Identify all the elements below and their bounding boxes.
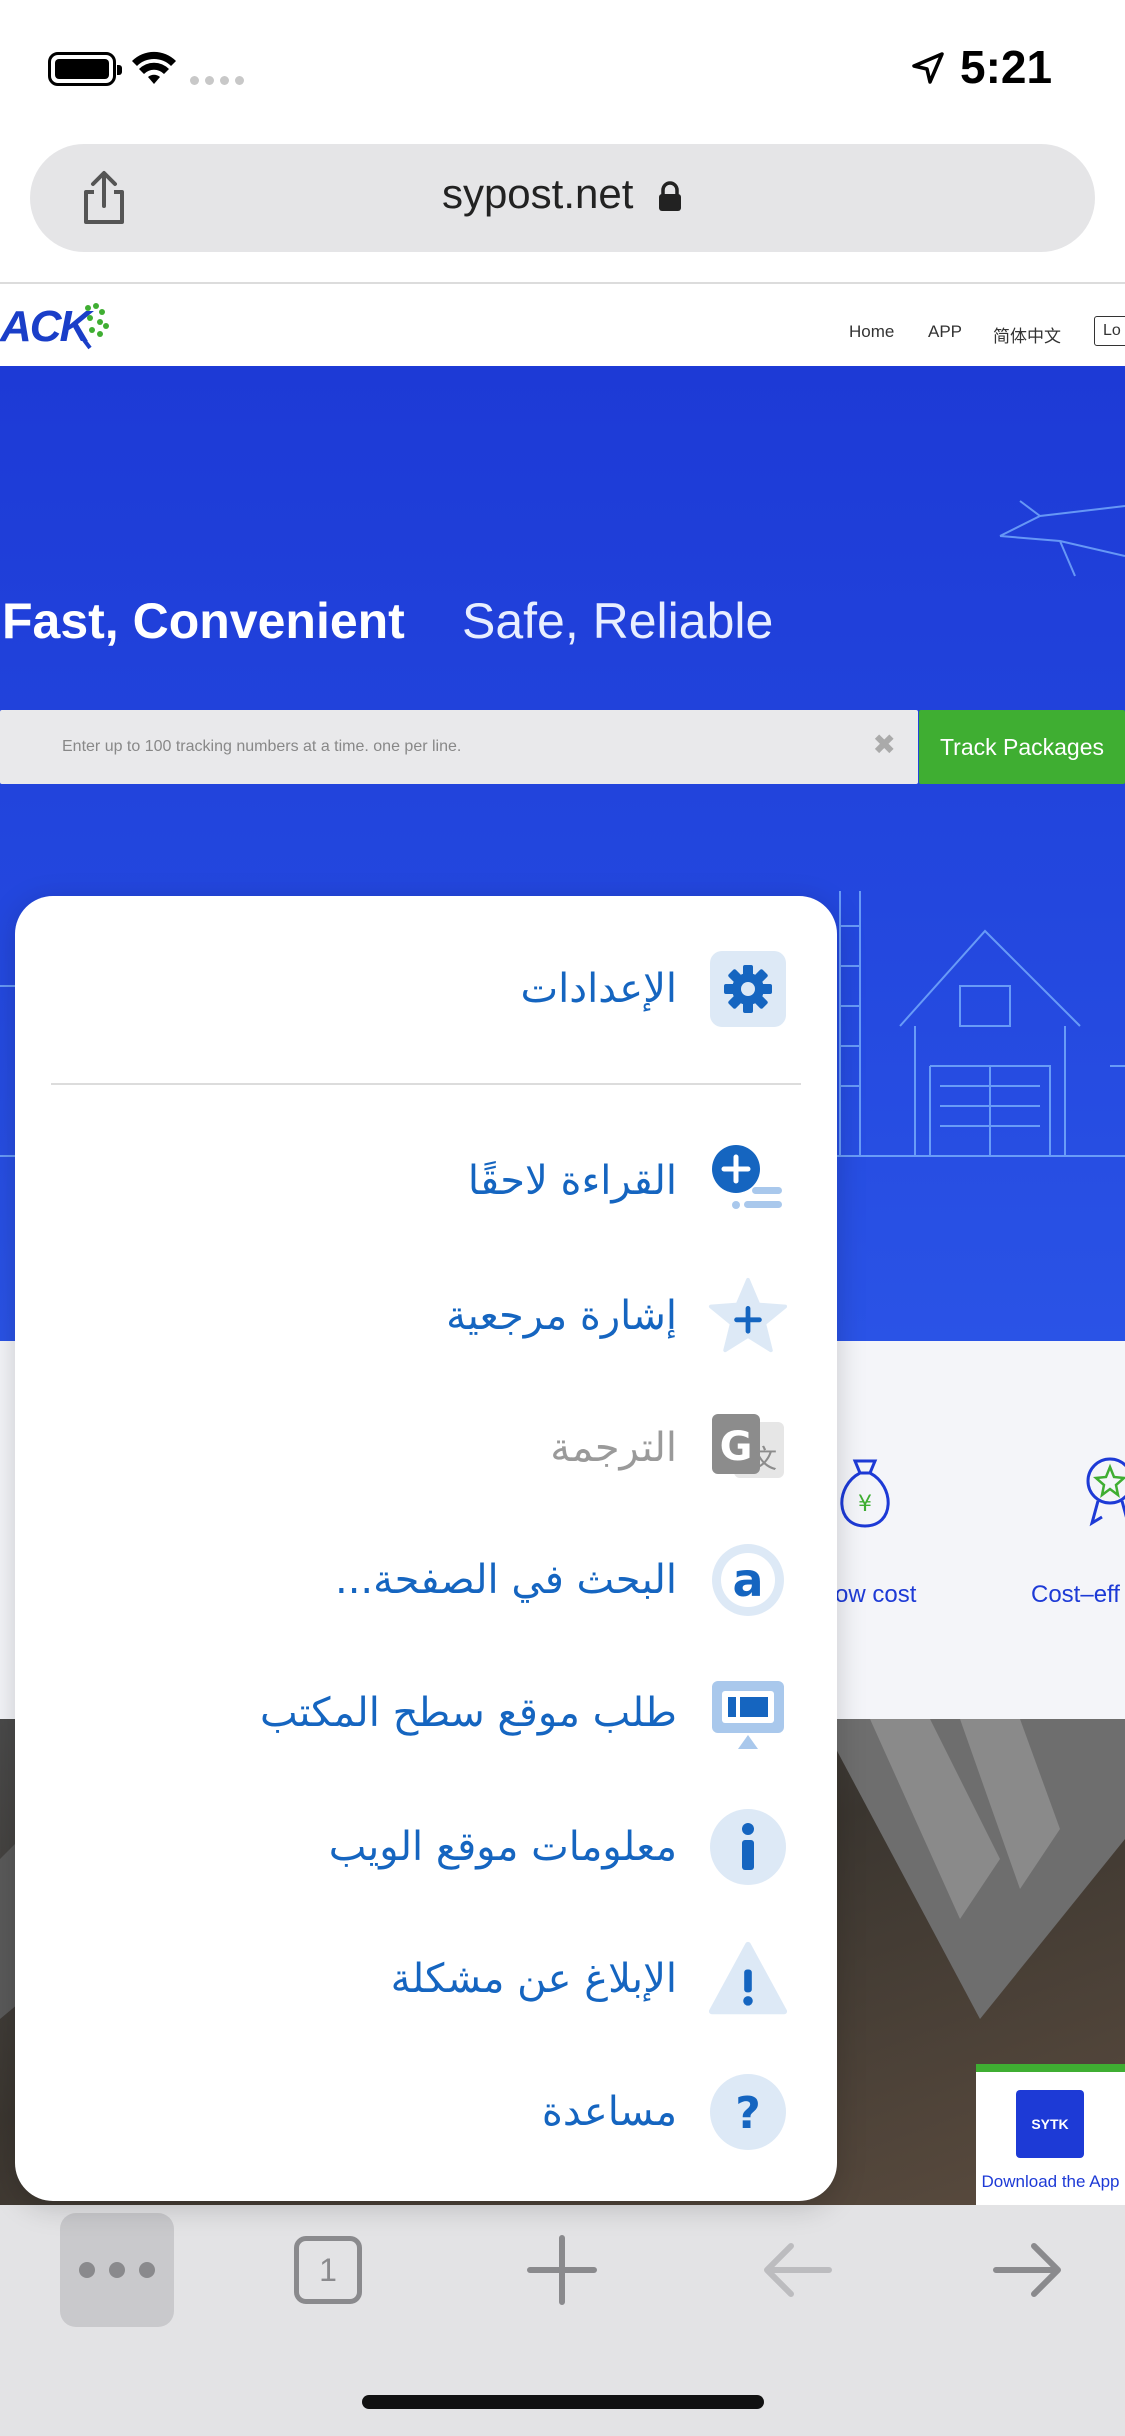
menu-item-bookmark[interactable]: إشارة مرجعية [15, 1261, 837, 1371]
tab-count: 1 [294, 2236, 362, 2304]
download-app-badge[interactable]: SYTK Download the App [976, 2064, 1125, 2205]
forward-button[interactable] [971, 2213, 1085, 2327]
clear-icon[interactable]: ✖ [873, 728, 896, 761]
menu-item-report-issue[interactable]: الإبلاغ عن مشكلة [15, 1924, 837, 2034]
menu-item-translate-label: الترجمة [550, 1425, 677, 1471]
menu-item-find-in-page[interactable]: البحث في الصفحة... a [15, 1525, 837, 1635]
site-logo[interactable]: ACK [0, 302, 91, 352]
reading-list-add-icon [708, 1141, 788, 1221]
menu-item-bookmark-label: إشارة مرجعية [446, 1293, 677, 1339]
nav-chinese[interactable]: 简体中文 [993, 322, 1061, 347]
help-icon: ? [708, 2072, 788, 2152]
bookmark-star-icon [708, 1276, 788, 1356]
arrow-left-icon [764, 2243, 832, 2297]
cellular-signal-icon [190, 76, 244, 85]
hero-headline-bold: Fast, Convenient [2, 593, 405, 649]
address-bar[interactable]: sypost.net [30, 144, 1095, 252]
tracking-number-input[interactable]: Enter up to 100 tracking numbers at a ti… [0, 710, 918, 784]
feature-cost-effective-label: Cost–eff [1031, 1581, 1120, 1608]
find-in-page-icon: a [708, 1540, 788, 1620]
more-dots-icon [79, 2262, 155, 2278]
back-button[interactable] [740, 2213, 854, 2327]
svg-text:G: G [720, 1424, 753, 1470]
menu-item-read-later-label: القراءة لاحقًا [467, 1158, 677, 1204]
menu-item-settings-label: الإعدادات [520, 966, 677, 1012]
translate-icon: G 文 [708, 1408, 788, 1488]
menu-divider [51, 1083, 801, 1085]
hero-headline-light: Safe, Reliable [462, 593, 774, 649]
warning-icon [708, 1939, 788, 2019]
app-logo: SYTK [1016, 2090, 1084, 2158]
menu-item-report-issue-label: الإبلاغ عن مشكلة [390, 1956, 677, 2002]
browser-menu-popup: الإعدادات القراءة لاحقًا إشارة مرجعية ال… [15, 896, 837, 2201]
svg-text:¥: ¥ [858, 1492, 872, 1517]
plus-icon [527, 2235, 597, 2305]
location-arrow-icon [912, 52, 944, 84]
info-icon [708, 1807, 788, 1887]
logo-mark-icon [82, 303, 109, 350]
menu-item-site-info[interactable]: معلومات موقع الويب [15, 1792, 837, 1902]
url-display[interactable]: sypost.net [30, 170, 1095, 218]
new-tab-button[interactable] [505, 2213, 619, 2327]
money-bag-icon: ¥ [840, 1459, 890, 1528]
menu-item-settings[interactable]: الإعدادات [15, 934, 837, 1044]
menu-item-help-label: مساعدة [541, 2089, 677, 2135]
nav-app[interactable]: APP [928, 322, 962, 342]
more-menu-button[interactable] [60, 2213, 174, 2327]
feature-low-cost-label: ow cost [835, 1581, 917, 1608]
menu-item-desktop-site-label: طلب موقع سطح المكتب [259, 1690, 677, 1736]
tabs-button[interactable]: 1 [271, 2213, 385, 2327]
arrow-right-icon [993, 2243, 1061, 2297]
home-indicator [362, 2395, 764, 2409]
menu-item-translate[interactable]: الترجمة G 文 [15, 1393, 837, 1503]
site-header: ACK Home APP 简体中文 Lo [0, 284, 1125, 366]
tracking-input-placeholder: Enter up to 100 tracking numbers at a ti… [62, 738, 462, 755]
nav-home[interactable]: Home [849, 322, 894, 342]
nav-login[interactable]: Lo [1094, 316, 1125, 346]
menu-item-find-in-page-label: البحث في الصفحة... [335, 1557, 677, 1603]
menu-item-read-later[interactable]: القراءة لاحقًا [15, 1126, 837, 1236]
battery-icon [48, 52, 122, 86]
menu-item-desktop-site[interactable]: طلب موقع سطح المكتب [15, 1658, 837, 1768]
desktop-site-icon [708, 1673, 788, 1753]
wifi-icon [132, 51, 176, 84]
svg-text:?: ? [735, 2088, 761, 2139]
lock-icon [659, 181, 682, 211]
url-text: sypost.net [441, 170, 634, 217]
award-icon [1086, 1457, 1125, 1527]
svg-text:文: 文 [751, 1445, 777, 1475]
gear-icon [708, 949, 788, 1029]
download-app-caption: Download the App [981, 2172, 1120, 2191]
track-packages-button[interactable]: Track Packages [919, 710, 1125, 784]
menu-item-help[interactable]: مساعدة ? [15, 2057, 837, 2167]
status-time: 5:21 [960, 41, 1053, 93]
status-bar: 5:21 [0, 0, 1125, 140]
menu-item-site-info-label: معلومات موقع الويب [328, 1824, 677, 1870]
svg-text:a: a [732, 1553, 763, 1607]
